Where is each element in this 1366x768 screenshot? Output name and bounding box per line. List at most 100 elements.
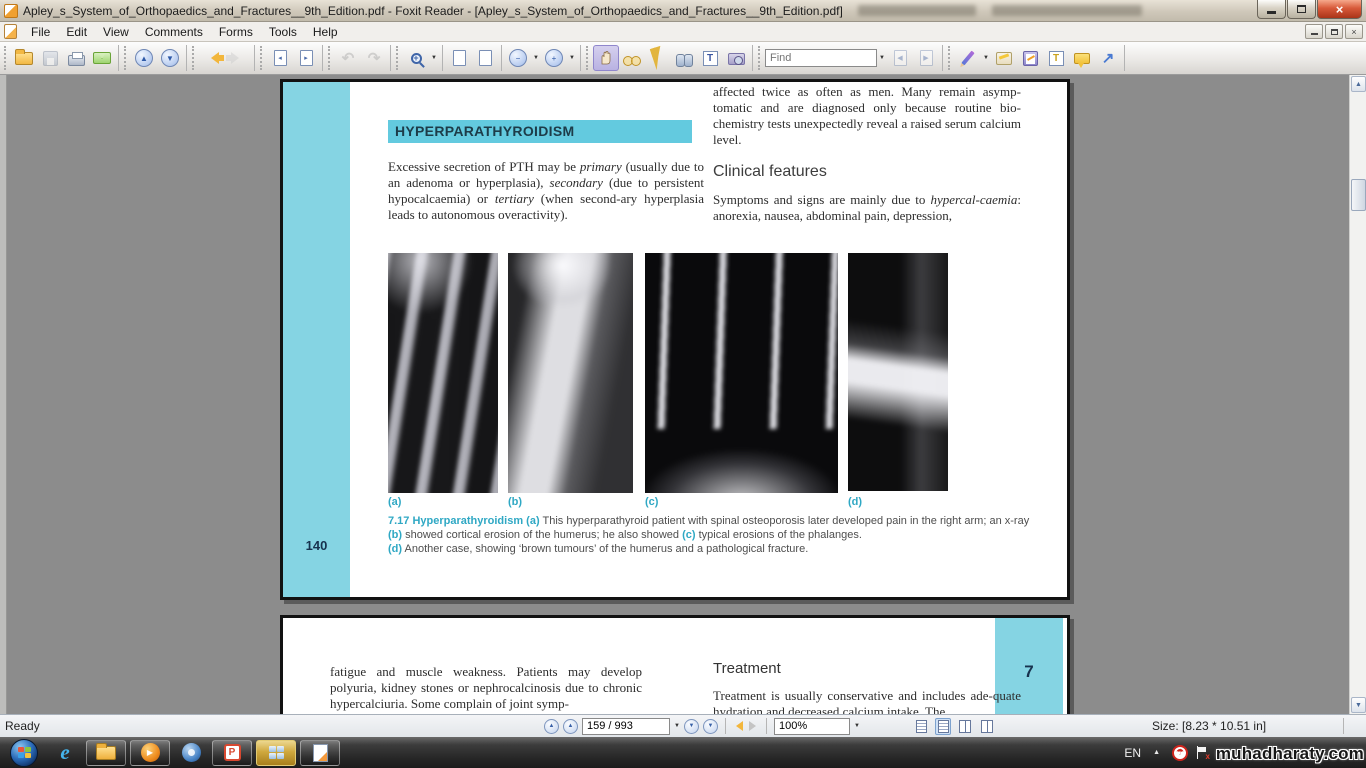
comment-tool-button[interactable]: [1069, 45, 1095, 71]
menu-view[interactable]: View: [95, 23, 137, 41]
show-hidden-icons-arrow[interactable]: ▲: [1153, 749, 1160, 756]
zoom-out-button[interactable]: −: [505, 45, 531, 71]
previous-view-icon: ◂: [274, 50, 287, 66]
share-button[interactable]: ↗: [1095, 45, 1121, 71]
go-forward-button[interactable]: [225, 45, 251, 71]
document-minimize-button[interactable]: [1305, 24, 1323, 39]
toolbar-drag-handle[interactable]: [260, 46, 264, 70]
taskbar-active-window[interactable]: [256, 740, 296, 766]
toolbar-drag-handle[interactable]: [948, 46, 952, 70]
fit-page-button[interactable]: [472, 45, 498, 71]
continuous-view-button[interactable]: [935, 718, 951, 735]
previous-page-button[interactable]: ▲: [563, 719, 578, 734]
menu-help[interactable]: Help: [305, 23, 346, 41]
hand-tool-button[interactable]: [593, 45, 619, 71]
find-next-button[interactable]: ▶: [913, 45, 939, 71]
taskbar-messenger[interactable]: [174, 739, 208, 766]
print-button[interactable]: [63, 45, 89, 71]
minimize-button[interactable]: [1257, 0, 1286, 19]
redo-button[interactable]: ↷: [361, 45, 387, 71]
facing-view-button[interactable]: [957, 718, 973, 735]
marquee-zoom-button[interactable]: +: [403, 45, 429, 71]
select-text-button[interactable]: T: [697, 45, 723, 71]
page-number-input[interactable]: [582, 718, 670, 735]
taskbar-foxit-reader[interactable]: [300, 740, 340, 766]
find-dropdown[interactable]: ▼: [877, 55, 887, 61]
pencil-tool-button[interactable]: [955, 45, 981, 71]
previous-view-icon[interactable]: [731, 721, 743, 731]
taskbar-internet-explorer[interactable]: e: [48, 739, 82, 766]
next-page-button[interactable]: ▼: [684, 719, 699, 734]
toolbar-drag-handle[interactable]: [396, 46, 400, 70]
vertical-scrollbar[interactable]: ▲ ▼: [1349, 75, 1366, 714]
page-up-button[interactable]: ▲: [131, 45, 157, 71]
toolbar-drag-handle[interactable]: [586, 46, 590, 70]
windows-logo-icon: [18, 747, 31, 758]
find-previous-button[interactable]: ◀: [887, 45, 913, 71]
close-button[interactable]: ×: [1317, 0, 1362, 19]
zoom-out-dropdown[interactable]: ▼: [531, 55, 541, 61]
taskbar-media-player[interactable]: ▶: [130, 740, 170, 766]
document-restore-button[interactable]: [1325, 24, 1343, 39]
scroll-down-button[interactable]: ▼: [1351, 697, 1366, 713]
find-input[interactable]: [765, 49, 877, 67]
search-button[interactable]: [671, 45, 697, 71]
go-back-button[interactable]: [199, 45, 225, 71]
menu-file[interactable]: File: [23, 23, 58, 41]
single-page-view-button[interactable]: [913, 718, 929, 735]
antivirus-tray-icon[interactable]: ☂: [1172, 745, 1188, 761]
binoculars-icon: [676, 54, 693, 65]
foxit-reader-window: Apley_s_System_of_Orthopaedics_and_Fract…: [0, 0, 1366, 768]
note-tool-button[interactable]: [1017, 45, 1043, 71]
first-page-button[interactable]: ▲: [544, 719, 559, 734]
scroll-up-button[interactable]: ▲: [1351, 76, 1366, 92]
action-center-flag-icon[interactable]: x: [1196, 746, 1208, 760]
next-view-icon[interactable]: [749, 721, 761, 731]
scrollbar-thumb[interactable]: [1351, 179, 1366, 211]
typewriter-tool-button[interactable]: T: [1043, 45, 1069, 71]
document-close-button[interactable]: ×: [1345, 24, 1363, 39]
marquee-zoom-dropdown[interactable]: ▼: [429, 55, 439, 61]
taskbar: e ▶ P EN ▲ ☂ x muhadharaty.com: [0, 737, 1366, 768]
menu-forms[interactable]: Forms: [211, 23, 261, 41]
taskbar-powerpoint[interactable]: P: [212, 740, 252, 766]
read-mode-button[interactable]: [619, 45, 645, 71]
snapshot-button[interactable]: [723, 45, 749, 71]
toolbar-drag-handle[interactable]: [758, 46, 762, 70]
zoom-level-input[interactable]: [774, 718, 850, 735]
zoom-in-dropdown[interactable]: ▼: [567, 55, 577, 61]
zoom-in-button[interactable]: +: [541, 45, 567, 71]
last-page-button[interactable]: ▼: [703, 719, 718, 734]
zoom-level-dropdown[interactable]: ▼: [852, 723, 862, 729]
page-down-button[interactable]: ▼: [157, 45, 183, 71]
pencil-tool-dropdown[interactable]: ▼: [981, 55, 991, 61]
open-button[interactable]: [11, 45, 37, 71]
start-button[interactable]: [10, 739, 38, 767]
menu-tools[interactable]: Tools: [261, 23, 305, 41]
next-view-button[interactable]: ▸: [293, 45, 319, 71]
cursor-arrow-icon: [649, 46, 666, 70]
highlight-tool-button[interactable]: [991, 45, 1017, 71]
toolbar-drag-handle[interactable]: [192, 46, 196, 70]
page-number-140: 140: [283, 538, 350, 553]
toolbar-drag-handle[interactable]: [4, 46, 8, 70]
page-number-dropdown[interactable]: ▼: [672, 723, 682, 729]
folder-icon: [96, 746, 116, 760]
toolbar-drag-handle[interactable]: [124, 46, 128, 70]
email-button[interactable]: [89, 45, 115, 71]
window-title: Apley_s_System_of_Orthopaedics_and_Fract…: [23, 4, 843, 18]
treatment-heading: Treatment: [713, 660, 781, 677]
toolbar-drag-handle[interactable]: [328, 46, 332, 70]
language-indicator[interactable]: EN: [1124, 746, 1141, 760]
taskbar-explorer[interactable]: [86, 740, 126, 766]
maximize-button[interactable]: [1287, 0, 1316, 19]
menu-edit[interactable]: Edit: [58, 23, 95, 41]
undo-button[interactable]: ↶: [335, 45, 361, 71]
save-button[interactable]: [37, 45, 63, 71]
eyeglasses-icon: [623, 56, 641, 65]
menu-comments[interactable]: Comments: [137, 23, 211, 41]
fit-width-button[interactable]: [446, 45, 472, 71]
previous-view-button[interactable]: ◂: [267, 45, 293, 71]
select-annotation-button[interactable]: [645, 45, 671, 71]
continuous-facing-view-button[interactable]: [979, 718, 995, 735]
